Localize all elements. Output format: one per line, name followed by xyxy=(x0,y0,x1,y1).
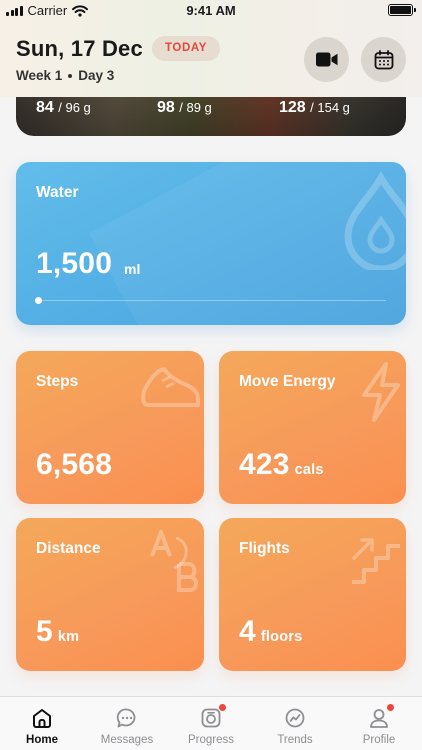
move-energy-value: 423 cals xyxy=(239,448,324,481)
water-title: Water xyxy=(36,184,79,201)
flights-title: Flights xyxy=(239,540,290,557)
home-icon xyxy=(33,709,51,728)
progress-notification-badge xyxy=(218,703,227,712)
tab-home[interactable]: Home xyxy=(0,697,84,750)
macro-protein: 84 / 96 g xyxy=(36,99,91,116)
water-progress-track[interactable] xyxy=(38,300,386,301)
water-unit: ml xyxy=(124,261,141,277)
separator-dot xyxy=(68,73,73,78)
status-time: 9:41 AM xyxy=(186,3,236,18)
day-label: Day 3 xyxy=(78,68,115,83)
top-header: Carrier 9:41 AM Sun, 17 Dec TODAY Week 1… xyxy=(0,0,422,97)
tab-profile[interactable]: Profile xyxy=(337,697,421,750)
status-bar: Carrier 9:41 AM xyxy=(0,0,422,22)
profile-notification-badge xyxy=(386,703,395,712)
tab-trends[interactable]: Trends xyxy=(253,697,337,750)
distance-value: 5 km xyxy=(36,615,80,648)
steps-value: 6,568 xyxy=(36,448,113,481)
water-card[interactable]: Water 1,500 ml xyxy=(16,162,406,325)
water-value: 1,500 xyxy=(36,247,113,280)
calendar-button[interactable] xyxy=(361,37,406,82)
video-call-button[interactable] xyxy=(304,37,349,82)
macro-carbs: 98 / 89 g xyxy=(157,99,212,116)
distance-card[interactable]: Distance 5 km xyxy=(16,518,204,671)
macro-fat: 128 / 154 g xyxy=(279,99,350,116)
stairs-icon xyxy=(352,538,400,584)
week-label: Week 1 xyxy=(16,68,63,83)
calendar-icon xyxy=(374,49,393,69)
week-day-line: Week 1 Day 3 xyxy=(16,68,114,83)
water-progress-thumb[interactable] xyxy=(34,297,42,304)
tab-messages[interactable]: Messages xyxy=(85,697,169,750)
steps-title: Steps xyxy=(36,373,79,390)
trends-icon xyxy=(285,708,305,728)
tab-progress[interactable]: Progress xyxy=(169,697,253,750)
video-icon xyxy=(315,52,337,67)
flights-value: 4 floors xyxy=(239,615,303,648)
move-energy-card[interactable]: Move Energy 423 cals xyxy=(219,351,406,504)
battery-icon xyxy=(388,4,416,16)
water-drop-icon xyxy=(344,171,406,270)
steps-card[interactable]: Steps 6,568 xyxy=(16,351,204,504)
today-badge[interactable]: TODAY xyxy=(152,36,220,61)
distance-title: Distance xyxy=(36,540,101,557)
a-to-b-icon xyxy=(150,530,198,592)
lightning-icon xyxy=(362,362,400,422)
chat-icon xyxy=(116,708,136,728)
move-energy-title: Move Energy xyxy=(239,373,336,390)
page-title: Sun, 17 Dec xyxy=(16,36,143,61)
bottom-tab-bar: Home Messages Progress Trends Profile xyxy=(0,696,422,750)
shoe-icon xyxy=(141,367,200,407)
flights-card[interactable]: Flights 4 floors xyxy=(219,518,406,671)
